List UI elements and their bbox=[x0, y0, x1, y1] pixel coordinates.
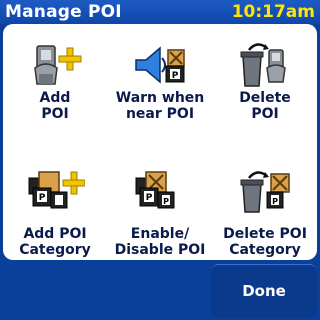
add-poi-icon bbox=[34, 45, 82, 85]
add-poi-label-line1: Add bbox=[39, 90, 71, 106]
delete-poi-label-line1: Delete bbox=[239, 90, 291, 106]
add-poi-category-label-line2: Category bbox=[19, 242, 91, 258]
warn-near-poi-button[interactable]: P Warn when near POI bbox=[108, 24, 212, 134]
svg-text:P: P bbox=[146, 193, 153, 203]
trash-category-icon: P bbox=[240, 171, 290, 213]
add-poi-category-label-line1: Add POI bbox=[23, 226, 87, 242]
page-title: Manage POI bbox=[5, 2, 122, 22]
svg-text:P: P bbox=[272, 197, 278, 206]
menu-panel: Add POI P Warn when near POI Delete POI … bbox=[3, 24, 317, 260]
warn-near-poi-label-line2: near POI bbox=[125, 106, 195, 122]
svg-text:P: P bbox=[39, 193, 46, 203]
done-button-label: Done bbox=[242, 282, 286, 300]
clock: 10:17am bbox=[231, 2, 315, 22]
svg-text:P: P bbox=[163, 197, 169, 206]
toggle-poi-icon: P P bbox=[135, 171, 175, 209]
enable-disable-poi-label-line1: Enable/ bbox=[130, 226, 190, 242]
add-poi-category-button[interactable]: P Add POI Category bbox=[3, 160, 107, 270]
svg-text:P: P bbox=[172, 71, 179, 81]
trash-poi-icon bbox=[240, 43, 286, 87]
title-bar: Manage POI 10:17am bbox=[0, 0, 320, 24]
add-poi-label-line2: POI bbox=[41, 106, 69, 122]
enable-disable-poi-label-line2: Disable POI bbox=[114, 242, 206, 258]
delete-poi-category-button[interactable]: P Delete POI Category bbox=[213, 160, 317, 270]
done-button[interactable]: Done bbox=[211, 264, 317, 318]
enable-disable-poi-button[interactable]: P P Enable/ Disable POI bbox=[108, 160, 212, 270]
speaker-warning-icon: P bbox=[135, 46, 185, 84]
warn-near-poi-label-line1: Warn when bbox=[115, 90, 205, 106]
add-category-icon: P bbox=[28, 171, 85, 209]
delete-poi-button[interactable]: Delete POI bbox=[213, 24, 317, 134]
delete-poi-label-line2: POI bbox=[251, 106, 279, 122]
add-poi-button[interactable]: Add POI bbox=[3, 24, 107, 134]
delete-poi-category-label-line2: Category bbox=[229, 242, 301, 258]
delete-poi-category-label-line1: Delete POI bbox=[223, 226, 307, 242]
